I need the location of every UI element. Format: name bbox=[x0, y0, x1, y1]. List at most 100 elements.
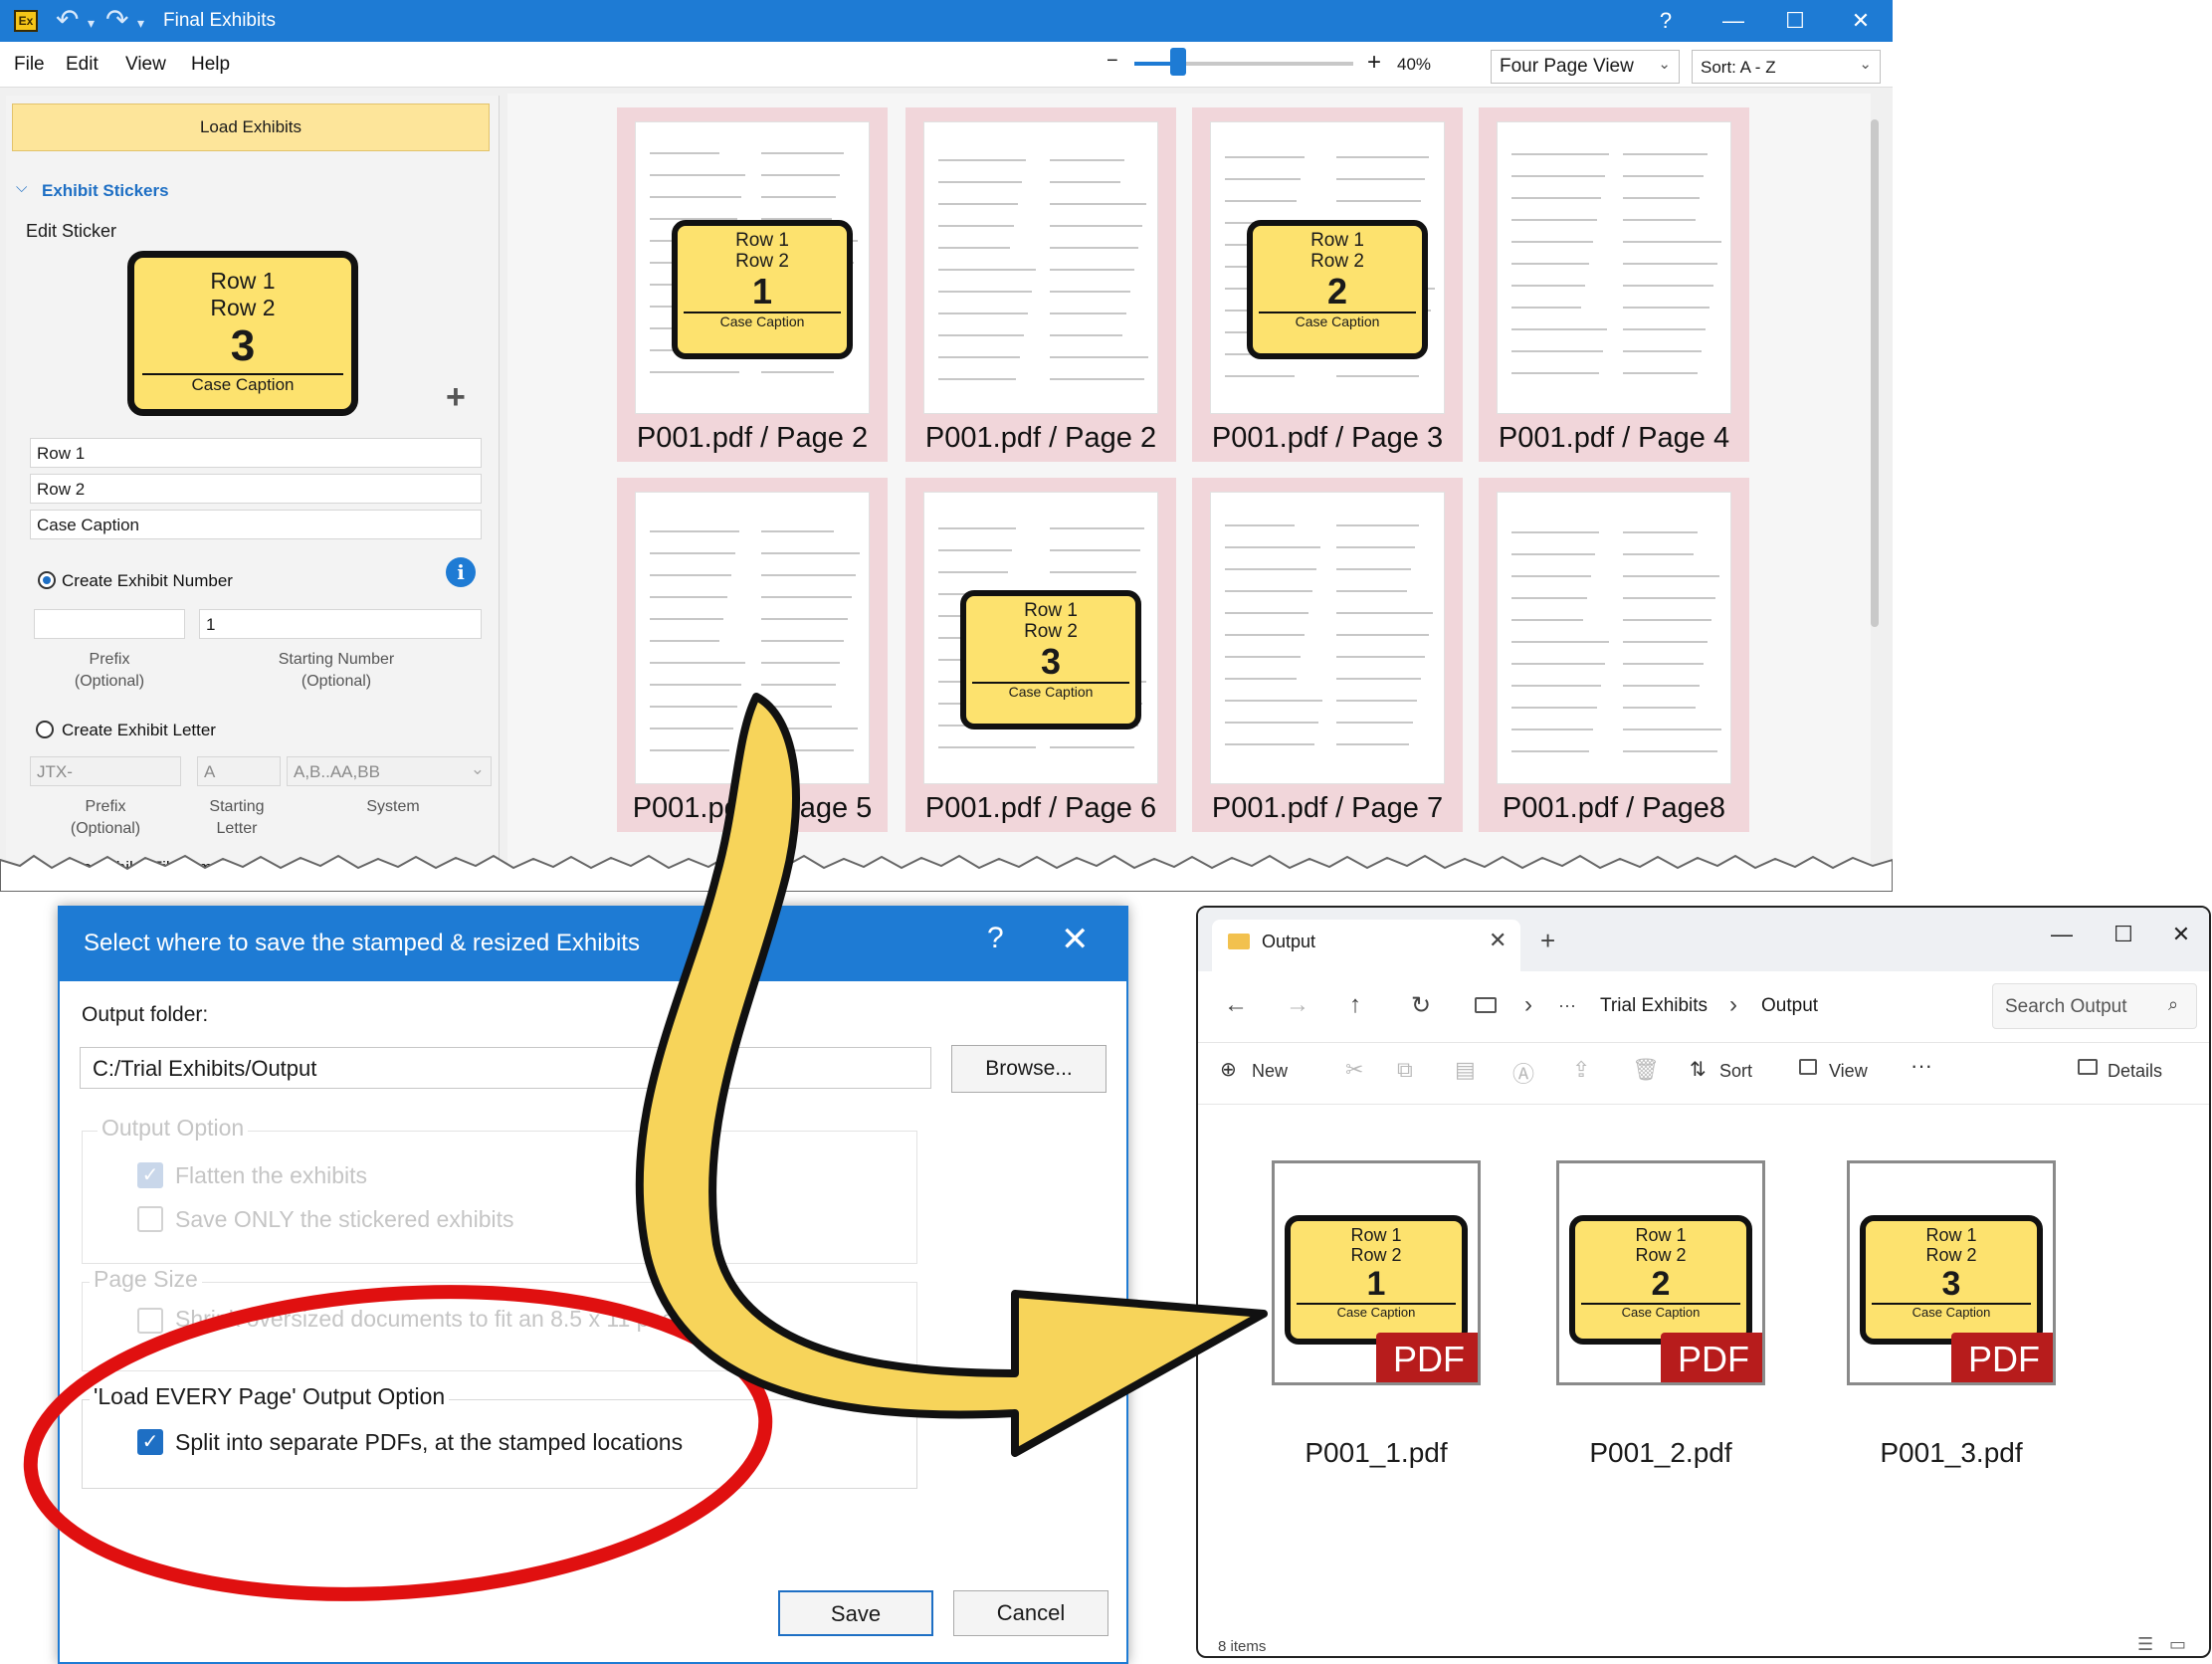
copy-icon[interactable]: ⧉ bbox=[1397, 1057, 1413, 1083]
breadcrumb-trial-exhibits[interactable]: Trial Exhibits bbox=[1600, 995, 1708, 1017]
letter-system-select[interactable]: A,B..AA,BB ⌄ bbox=[287, 756, 492, 786]
new-button[interactable]: New bbox=[1252, 1061, 1288, 1082]
close-button[interactable]: ✕ bbox=[2161, 922, 2201, 947]
breadcrumb-output[interactable]: Output bbox=[1761, 995, 1818, 1017]
file-thumbnail[interactable]: Row 1 Row 2 2 Case Caption PDF bbox=[1556, 1160, 1765, 1385]
this-pc-icon[interactable] bbox=[1475, 997, 1497, 1013]
maximize-button[interactable]: ☐ bbox=[2104, 922, 2143, 947]
thumbnail-view-icon[interactable]: ▭ bbox=[2169, 1634, 2186, 1655]
info-icon[interactable]: i bbox=[446, 557, 476, 587]
file-item[interactable]: Row 1 Row 2 1 Case Caption PDF P001_1.pdf bbox=[1272, 1160, 1481, 1468]
shrink-checkbox[interactable] bbox=[137, 1308, 163, 1334]
new-tab-button[interactable]: + bbox=[1540, 926, 1555, 956]
maximize-button[interactable]: ☐ bbox=[1775, 4, 1815, 38]
create-number-radio[interactable] bbox=[38, 571, 56, 589]
exhibit-sticker[interactable]: Row 1 Row 2 2 Case Caption bbox=[1247, 220, 1428, 359]
file-thumbnail[interactable]: Row 1 Row 2 3 Case Caption PDF bbox=[1847, 1160, 2056, 1385]
page-thumbnail-cell[interactable]: Row 1 Row 2 2 Case Caption P001.pdf / Page 3 bbox=[1192, 107, 1463, 462]
file-item[interactable]: Row 1 Row 2 2 Case Caption PDF P001_2.pdf bbox=[1556, 1160, 1765, 1468]
zoom-out-button[interactable]: − bbox=[1106, 50, 1118, 73]
page-thumbnail[interactable] bbox=[1497, 492, 1731, 784]
page-thumbnail-cell[interactable]: P001.pdf / Page 4 bbox=[1479, 107, 1749, 462]
search-input[interactable]: Search Output ⌕ bbox=[1992, 983, 2197, 1029]
file-thumbnail[interactable]: Row 1 Row 2 1 Case Caption PDF bbox=[1272, 1160, 1481, 1385]
close-button[interactable]: ✕ bbox=[1841, 4, 1881, 38]
caption-input[interactable]: Case Caption bbox=[30, 510, 482, 539]
page-thumbnail-cell[interactable]: P001.pdf / Page8 bbox=[1479, 478, 1749, 832]
exhibit-sticker[interactable]: Row 1 Row 2 1 Case Caption bbox=[672, 220, 853, 359]
cut-icon[interactable]: ✂ bbox=[1345, 1057, 1363, 1083]
page-thumbnail[interactable] bbox=[1210, 492, 1445, 784]
grid-scrollbar[interactable] bbox=[1871, 119, 1879, 627]
redo-dropdown-icon[interactable]: ▾ bbox=[137, 6, 144, 40]
file-name[interactable]: P001_2.pdf bbox=[1541, 1437, 1780, 1469]
undo-icon[interactable]: ↶ bbox=[56, 3, 79, 37]
delete-icon[interactable]: 🗑 bbox=[1632, 1057, 1660, 1083]
menu-edit[interactable]: Edit bbox=[66, 54, 99, 76]
starting-letter-input[interactable]: A bbox=[197, 756, 281, 786]
split-checkbox[interactable]: ✓ bbox=[137, 1429, 163, 1455]
menu-view[interactable]: View bbox=[125, 54, 166, 76]
menu-file[interactable]: File bbox=[14, 54, 45, 76]
page-thumbnail-cell[interactable]: P001.pdf / Page 7 bbox=[1192, 478, 1463, 832]
exhibit-sticker[interactable]: Row 1 Row 2 3 Case Caption bbox=[1860, 1215, 2043, 1345]
exhibit-sticker[interactable]: Row 1 Row 2 2 Case Caption bbox=[1569, 1215, 1752, 1345]
minimize-button[interactable]: — bbox=[1713, 4, 1753, 38]
up-icon[interactable]: ↑ bbox=[1349, 991, 1361, 1019]
close-icon[interactable]: ✕ bbox=[1489, 928, 1507, 953]
create-letter-radio[interactable] bbox=[36, 721, 54, 738]
share-icon[interactable]: ⇪ bbox=[1572, 1057, 1590, 1083]
page-thumbnail[interactable] bbox=[923, 121, 1158, 414]
help-button[interactable]: ? bbox=[1646, 4, 1686, 38]
file-item[interactable]: Row 1 Row 2 3 Case Caption PDF P001_3.pdf bbox=[1847, 1160, 2056, 1468]
page-thumbnail[interactable]: Row 1 Row 2 1 Case Caption bbox=[635, 121, 870, 414]
refresh-icon[interactable]: ↻ bbox=[1411, 991, 1431, 1020]
page-thumbnail[interactable]: Row 1 Row 2 3 Case Caption bbox=[923, 492, 1158, 784]
prefix-input[interactable] bbox=[34, 609, 185, 639]
page-thumbnail-cell[interactable]: Row 1 Row 2 1 Case Caption P001.pdf / Page 2 bbox=[617, 107, 888, 462]
view-button[interactable]: View bbox=[1829, 1061, 1868, 1082]
dialog-close-button[interactable]: ✕ bbox=[1061, 920, 1090, 959]
page-thumbnail[interactable] bbox=[635, 492, 870, 784]
file-name[interactable]: P001_3.pdf bbox=[1832, 1437, 2071, 1469]
exhibit-sticker[interactable]: Row 1 Row 2 1 Case Caption bbox=[1285, 1215, 1468, 1345]
exhibit-sticker[interactable]: Row 1 Row 2 3 Case Caption bbox=[960, 590, 1141, 729]
details-button[interactable]: Details bbox=[2108, 1061, 2162, 1082]
page-thumbnail[interactable]: Row 1 Row 2 2 Case Caption bbox=[1210, 121, 1445, 414]
back-icon[interactable]: ← bbox=[1224, 991, 1248, 1019]
view-mode-select[interactable]: Four Page View ⌄ bbox=[1491, 50, 1680, 84]
row2-input[interactable]: Row 2 bbox=[30, 474, 482, 504]
menu-help[interactable]: Help bbox=[191, 54, 230, 76]
breadcrumb-overflow-icon[interactable]: ··· bbox=[1558, 995, 1576, 1016]
output-folder-input[interactable]: C:/Trial Exhibits/Output bbox=[80, 1047, 931, 1089]
page-thumbnail-cell[interactable]: Row 1 Row 2 3 Case Caption P001.pdf / Page 6 bbox=[905, 478, 1176, 832]
row1-input[interactable]: Row 1 bbox=[30, 438, 482, 468]
page-thumbnail[interactable] bbox=[1497, 121, 1731, 414]
letter-prefix-input[interactable]: JTX- bbox=[30, 756, 181, 786]
forward-icon[interactable]: → bbox=[1286, 991, 1309, 1019]
paste-icon[interactable]: ▤ bbox=[1455, 1057, 1476, 1083]
sticker-preview[interactable]: Row 1 Row 2 3 Case Caption bbox=[127, 251, 358, 416]
load-exhibits-button[interactable]: Load Exhibits bbox=[12, 104, 490, 151]
page-thumbnail-cell[interactable]: P001.pdf / Page 2 bbox=[905, 107, 1176, 462]
cancel-button[interactable]: Cancel bbox=[953, 1590, 1108, 1636]
dialog-help-button[interactable]: ? bbox=[987, 922, 1004, 955]
file-name[interactable]: P001_1.pdf bbox=[1257, 1437, 1496, 1469]
exhibit-stickers-header[interactable]: Exhibit Stickers bbox=[42, 181, 169, 201]
sort-select[interactable]: Sort: A - Z ⌄ bbox=[1692, 50, 1881, 84]
add-sticker-icon[interactable]: + bbox=[446, 378, 466, 417]
redo-icon[interactable]: ↷ bbox=[105, 3, 128, 37]
starting-number-input[interactable]: 1 bbox=[199, 609, 482, 639]
explorer-tab[interactable]: Output ✕ bbox=[1212, 920, 1520, 971]
list-view-icon[interactable]: ☰ bbox=[2137, 1634, 2153, 1655]
save-button[interactable]: Save bbox=[778, 1590, 933, 1636]
zoom-in-button[interactable]: + bbox=[1367, 49, 1381, 77]
page-thumbnail-cell[interactable]: P001.pd age 5 bbox=[617, 478, 888, 832]
minimize-button[interactable]: — bbox=[2042, 922, 2082, 947]
rename-icon[interactable]: Ⓐ bbox=[1512, 1057, 1534, 1089]
chevron-down-icon[interactable]: ⌵ bbox=[16, 179, 27, 196]
sort-button[interactable]: Sort bbox=[1719, 1061, 1752, 1082]
undo-dropdown-icon[interactable]: ▾ bbox=[88, 6, 95, 40]
browse-button[interactable]: Browse... bbox=[951, 1045, 1106, 1093]
zoom-slider-thumb[interactable] bbox=[1170, 48, 1186, 76]
